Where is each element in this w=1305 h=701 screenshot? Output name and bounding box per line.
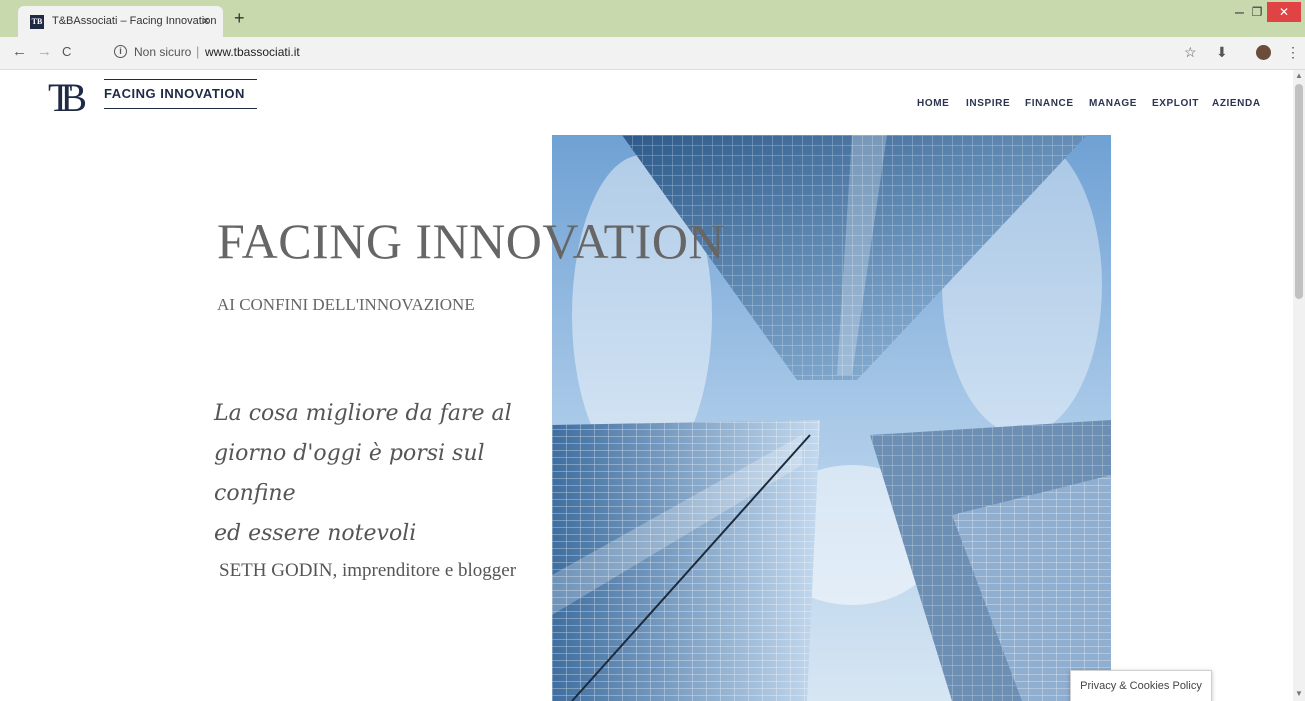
site-logo-text[interactable]: FACING INNOVATION xyxy=(104,86,245,101)
browser-toolbar: ← → C i Non sicuro | www.tbassociati.it … xyxy=(0,37,1305,70)
quote-line: La cosa migliore da fare al xyxy=(214,401,512,426)
scroll-down-icon[interactable]: ▼ xyxy=(1295,689,1303,698)
quote-line: giorno d'oggi è porsi sul confine xyxy=(214,441,485,506)
tab-title: T&BAssociati – Facing Innovation xyxy=(52,15,217,27)
nav-azienda[interactable]: AZIENDA xyxy=(1212,98,1261,109)
nav-manage[interactable]: MANAGE xyxy=(1089,98,1137,109)
back-button[interactable]: ← xyxy=(12,43,27,60)
security-label: Non sicuro xyxy=(134,45,192,59)
logo-rule-top xyxy=(104,79,257,80)
url-text[interactable]: www.tbassociati.it xyxy=(205,45,300,59)
page-scrollbar[interactable]: ▲ ▼ xyxy=(1293,70,1305,701)
forward-button[interactable]: → xyxy=(37,43,52,60)
scroll-up-icon[interactable]: ▲ xyxy=(1295,71,1303,80)
privacy-cookies-policy-button[interactable]: Privacy & Cookies Policy xyxy=(1070,670,1212,701)
window-minimize-button[interactable]: – xyxy=(1235,4,1244,22)
logo-rule-bottom xyxy=(104,108,257,109)
quote-line: ed essere notevoli xyxy=(214,521,417,546)
window-maximize-button[interactable]: ❐ xyxy=(1249,2,1265,22)
nav-finance[interactable]: FINANCE xyxy=(1025,98,1074,109)
reload-button[interactable]: C xyxy=(62,44,71,59)
quote-author: SETH GODIN, imprenditore e blogger xyxy=(219,560,517,581)
page-viewport: TB FACING INNOVATION HOME INSPIRE FINANC… xyxy=(0,70,1293,701)
window-close-button[interactable]: ✕ xyxy=(1267,2,1301,22)
hero-quote: La cosa migliore da fare al giorno d'ogg… xyxy=(214,394,534,554)
menu-icon[interactable]: ⋮ xyxy=(1286,44,1300,61)
tab-close-icon[interactable]: × xyxy=(202,13,210,28)
url-separator: | xyxy=(196,44,200,59)
nav-exploit[interactable]: EXPLOIT xyxy=(1152,98,1199,109)
favicon-icon: TB xyxy=(30,15,44,29)
browser-titlebar: TB T&BAssociati – Facing Innovation × + … xyxy=(0,0,1305,37)
hero-subtitle: AI CONFINI DELL'INNOVAZIONE xyxy=(217,295,475,314)
download-icon[interactable]: ⬇ xyxy=(1216,44,1228,61)
nav-inspire[interactable]: INSPIRE xyxy=(966,98,1010,109)
new-tab-button[interactable]: + xyxy=(234,9,245,27)
profile-avatar[interactable] xyxy=(1256,45,1271,60)
address-bar[interactable]: i Non sicuro | www.tbassociati.it xyxy=(104,41,1194,65)
hero-title: FACING INNOVATION xyxy=(217,213,726,269)
bookmark-star-icon[interactable]: ☆ xyxy=(1184,44,1197,61)
site-logo-icon[interactable]: TB xyxy=(48,76,87,120)
browser-tab[interactable]: TB T&BAssociati – Facing Innovation × xyxy=(18,6,223,37)
nav-home[interactable]: HOME xyxy=(917,98,949,109)
info-icon[interactable]: i xyxy=(114,45,127,58)
scrollbar-thumb[interactable] xyxy=(1295,84,1303,299)
